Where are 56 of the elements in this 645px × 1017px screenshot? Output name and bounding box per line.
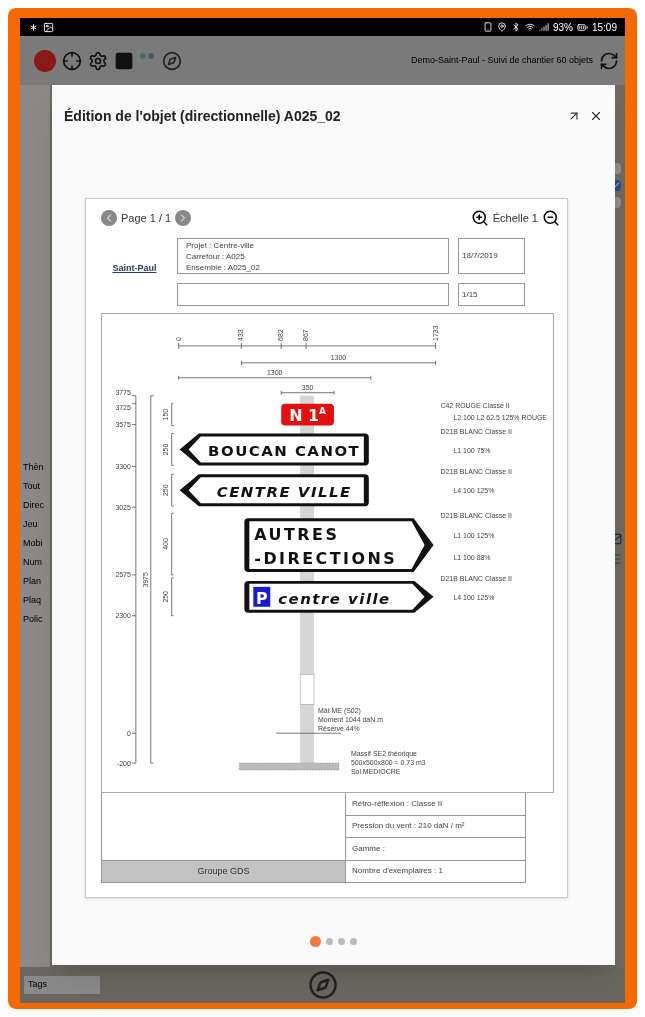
wifi-icon: [524, 22, 535, 32]
logo: Saint-Paul: [112, 262, 157, 275]
date-box: 18/7/2019: [458, 238, 525, 274]
square-icon[interactable]: [114, 50, 134, 71]
sidebar-item[interactable]: Num: [23, 557, 50, 568]
dialog-title: Édition de l'objet (directionnelle) A025_02: [64, 106, 342, 126]
scale-ratio-box: 1/15: [458, 283, 525, 306]
table-cell: Gamme :: [346, 838, 526, 861]
sidebar-item[interactable]: Jeu: [23, 519, 50, 530]
compass-icon[interactable]: [162, 50, 182, 71]
next-page-button[interactable]: [175, 210, 192, 226]
info-line: Carrefour : A025: [186, 250, 246, 262]
table-cell: Rétro-réflexion : Classe II: [346, 793, 526, 816]
dimension-line: [280, 390, 335, 396]
zoom-in-icon[interactable]: [470, 209, 489, 227]
target-icon[interactable]: [62, 50, 82, 71]
page-indicator: Page 1 / 1: [121, 210, 172, 226]
close-icon[interactable]: [589, 109, 603, 123]
table-cell: Nombre d'exemplaires : 1: [346, 860, 526, 883]
sidebar-item[interactable]: Tout: [23, 481, 50, 492]
dimension-line: [171, 473, 175, 507]
table-cell: Pression du vent : 210 daN / m²: [346, 815, 526, 838]
dimension-line: [171, 403, 175, 426]
clock: 15:09: [591, 20, 617, 35]
asterisk-icon: [28, 21, 39, 33]
route-number-sign: N 1$^{A}$: [281, 403, 334, 426]
sidebar-item[interactable]: Plaq: [23, 595, 50, 606]
pole-sleeve: [299, 674, 315, 705]
previous-page-button[interactable]: [101, 210, 117, 226]
compass-rose-icon: [308, 970, 338, 1000]
sync-icon[interactable]: [599, 50, 619, 71]
group-cell: Groupe GDS: [101, 861, 346, 883]
bluetooth-icon: [510, 22, 521, 32]
ground-level-line: [275, 732, 342, 734]
battery-level: 93%: [552, 20, 573, 35]
sidebar-item[interactable]: Mobi: [23, 538, 50, 549]
sidebar-item[interactable]: Thèn: [23, 462, 50, 473]
info-line: Ensemble : A025_02: [186, 261, 261, 273]
tags-label[interactable]: Tags: [24, 976, 100, 994]
signal-icon: [538, 22, 549, 32]
sidebar-item[interactable]: Plan: [23, 576, 50, 587]
zoom-out-icon[interactable]: [542, 209, 560, 227]
sidebar-item[interactable]: Direc: [23, 500, 50, 511]
settings-icon[interactable]: [88, 50, 108, 71]
dimension-line: [171, 433, 175, 466]
phone-icon: [482, 22, 493, 32]
image-icon: [43, 21, 54, 33]
app-title: Demo-Saint-Paul - Suivi de chantier 60 objets: [410, 53, 593, 67]
location-icon: [496, 22, 507, 32]
direction-sign: BOUCAN CANOT: [179, 433, 369, 466]
scale-label: Échelle 1: [492, 210, 538, 226]
direction-sign: CENTRE VILLE: [179, 474, 369, 507]
info-line: Projet : Centre-ville: [186, 239, 256, 251]
battery-icon: [576, 21, 588, 33]
direction-sign: AUTRES -DIRECTIONS: [244, 518, 434, 572]
sidebar-item[interactable]: Polic: [23, 614, 50, 625]
